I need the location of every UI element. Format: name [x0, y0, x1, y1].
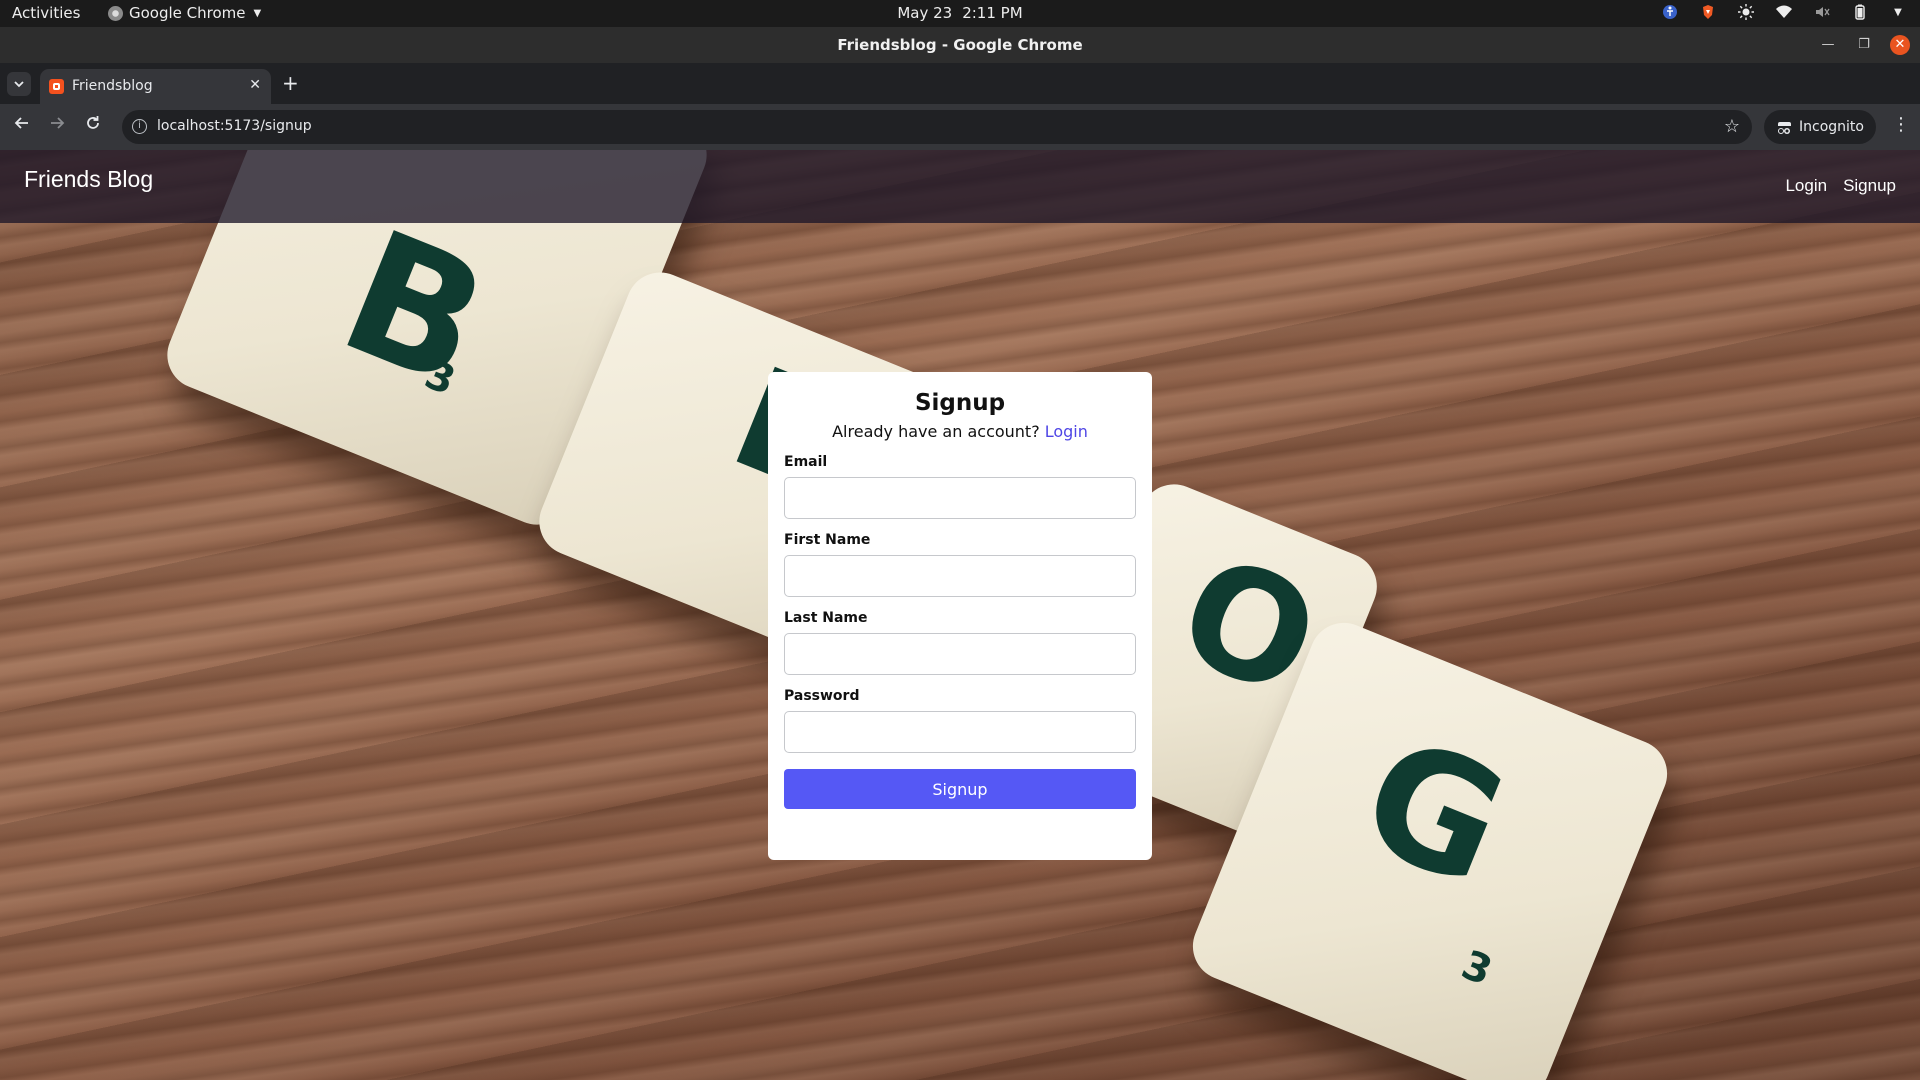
back-arrow-icon[interactable] [10, 115, 34, 135]
blogger-favicon-icon [49, 79, 64, 94]
minimize-icon[interactable]: — [1818, 35, 1838, 55]
accessibility-icon[interactable] [1662, 4, 1678, 20]
address-url[interactable]: localhost:5173/signup [157, 118, 312, 134]
email-label: Email [784, 454, 828, 470]
incognito-badge[interactable]: Incognito [1764, 110, 1876, 144]
incognito-label: Incognito [1799, 119, 1864, 135]
last-name-field-group: Last Name [784, 610, 1136, 675]
tile-letter: G [1338, 700, 1531, 923]
close-window-icon[interactable]: ✕ [1890, 35, 1910, 55]
power-menu-chevron-icon[interactable]: ▼ [1890, 4, 1906, 20]
tile-points: 3 [1455, 941, 1499, 995]
password-label: Password [784, 688, 860, 704]
tab-title: Friendsblog [72, 78, 153, 94]
email-input[interactable] [784, 477, 1136, 519]
last-name-input[interactable] [784, 633, 1136, 675]
login-prompt: Already have an account? Login [784, 422, 1136, 441]
address-bar[interactable]: i localhost:5173/signup ☆ [122, 110, 1752, 144]
site-navbar: Friends Blog Login Signup [0, 150, 1920, 223]
tab-friendsblog[interactable]: Friendsblog ✕ [40, 69, 271, 104]
system-top-bar: Activities Google Chrome ▼ May 23 2:11 PM… [0, 0, 1920, 27]
incognito-icon [1778, 122, 1791, 134]
window-title-bar: Friendsblog - Google Chrome — ❐ ✕ [0, 27, 1920, 63]
password-field-group: Password [784, 688, 1136, 753]
nav-signup-link[interactable]: Signup [1843, 176, 1896, 196]
first-name-label: First Name [784, 532, 871, 548]
first-name-field-group: First Name [784, 532, 1136, 597]
signup-heading: Signup [914, 390, 1006, 416]
tile-letter: B [317, 193, 512, 426]
new-tab-plus-icon[interactable]: + [282, 73, 299, 93]
signup-submit-button[interactable]: Signup [784, 769, 1136, 809]
clock-time: 2:11 PM [962, 4, 1023, 22]
site-brand[interactable]: Friends Blog [24, 166, 153, 193]
login-link[interactable]: Login [1045, 422, 1088, 441]
nav-login-link[interactable]: Login [1785, 176, 1827, 196]
email-field-group: Email [784, 454, 1136, 519]
first-name-input[interactable] [784, 555, 1136, 597]
signup-card: Signup Already have an account? Login Ema… [768, 372, 1152, 860]
page-viewport: B 3 L O 1 G 3 Friends Blog Login Signup … [0, 150, 1920, 1080]
last-name-label: Last Name [784, 610, 868, 626]
volume-muted-icon[interactable] [1814, 4, 1830, 20]
bookmark-star-icon[interactable]: ☆ [1724, 116, 1740, 137]
tab-strip: Friendsblog ✕ + [0, 63, 1920, 104]
brightness-icon[interactable] [1738, 4, 1754, 20]
forward-arrow-icon[interactable] [45, 115, 69, 135]
browser-menu-icon[interactable]: ⋮ [1892, 116, 1910, 134]
close-tab-icon[interactable]: ✕ [249, 77, 261, 93]
clock[interactable]: May 23 2:11 PM [0, 4, 1920, 22]
window-title: Friendsblog - Google Chrome [837, 36, 1083, 54]
wifi-icon[interactable] [1776, 4, 1792, 20]
browser-toolbar: i localhost:5173/signup ☆ Incognito ⋮ [0, 104, 1920, 150]
brave-shield-icon[interactable] [1700, 4, 1716, 20]
password-input[interactable] [784, 711, 1136, 753]
system-tray[interactable]: ▼ [1662, 4, 1906, 20]
site-info-icon[interactable]: i [132, 119, 147, 134]
reload-icon[interactable] [81, 115, 105, 135]
login-prompt-text: Already have an account? [832, 422, 1040, 441]
battery-icon[interactable] [1852, 4, 1868, 20]
tab-search-chevron-icon[interactable] [7, 72, 31, 96]
clock-date: May 23 [897, 4, 953, 22]
restore-icon[interactable]: ❐ [1854, 35, 1874, 55]
